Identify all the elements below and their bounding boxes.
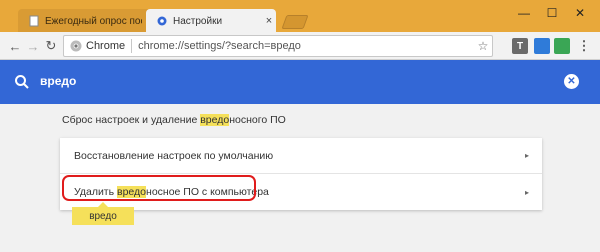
page-icon (28, 15, 40, 27)
address-bar[interactable]: Chrome chrome://settings/?search=вредо ☆ (63, 35, 493, 57)
search-match-tooltip: вредо (72, 202, 134, 225)
chrome-icon (70, 40, 82, 52)
forward-button[interactable]: → (24, 37, 42, 55)
reload-button[interactable]: ↻ (42, 37, 60, 55)
minimize-button[interactable]: — (512, 2, 536, 24)
back-button[interactable]: ← (6, 37, 24, 55)
annotation-outline (62, 175, 256, 201)
settings-search-bar: вредо ✕ (0, 60, 600, 104)
title-bar: Ежегодный опрос посе × Настройки × — ☐ ✕ (0, 0, 600, 33)
bookmark-star-icon[interactable]: ☆ (474, 39, 492, 53)
section-title-text: носного ПО (229, 114, 286, 126)
menu-icon[interactable]: ⋮ (576, 38, 592, 54)
gear-icon (156, 15, 168, 27)
section-title: Сброс настроек и удаление вредоносного П… (62, 114, 286, 126)
search-icon (14, 74, 30, 90)
site-label: Chrome (86, 40, 126, 52)
tab-title: Настройки (173, 15, 223, 27)
browser-toolbar: ← → ↻ Chrome chrome://settings/?search=в… (0, 32, 600, 60)
extension-icon[interactable] (554, 38, 570, 54)
close-window-button[interactable]: ✕ (568, 2, 592, 24)
tab-settings[interactable]: Настройки × (146, 9, 276, 33)
search-match-highlight: вредо (200, 114, 230, 126)
restore-defaults-row[interactable]: Восстановление настроек по умолчанию ▸ (60, 138, 542, 174)
translate-extension-icon[interactable] (534, 38, 550, 54)
tab-close-icon[interactable]: × (262, 15, 276, 27)
section-title-text: Сброс настроек и удаление (62, 114, 201, 126)
row-label: Восстановление настроек по умолчанию (74, 149, 274, 162)
url-text[interactable]: chrome://settings/?search=вредо (138, 40, 474, 52)
chevron-right-icon: ▸ (524, 187, 529, 197)
tab-survey[interactable]: Ежегодный опрос посе × (18, 9, 156, 33)
search-input[interactable]: вредо (40, 74, 76, 88)
chevron-right-icon: ▸ (524, 151, 529, 160)
tab-title: Ежегодный опрос посе (45, 15, 142, 27)
new-tab-button[interactable] (281, 15, 309, 29)
maximize-button[interactable]: ☐ (540, 2, 564, 24)
extension-t-icon[interactable]: T (512, 38, 528, 54)
divider (131, 39, 133, 53)
clear-search-icon[interactable]: ✕ (564, 74, 579, 89)
settings-content: Сброс настроек и удаление вредоносного П… (0, 104, 600, 252)
